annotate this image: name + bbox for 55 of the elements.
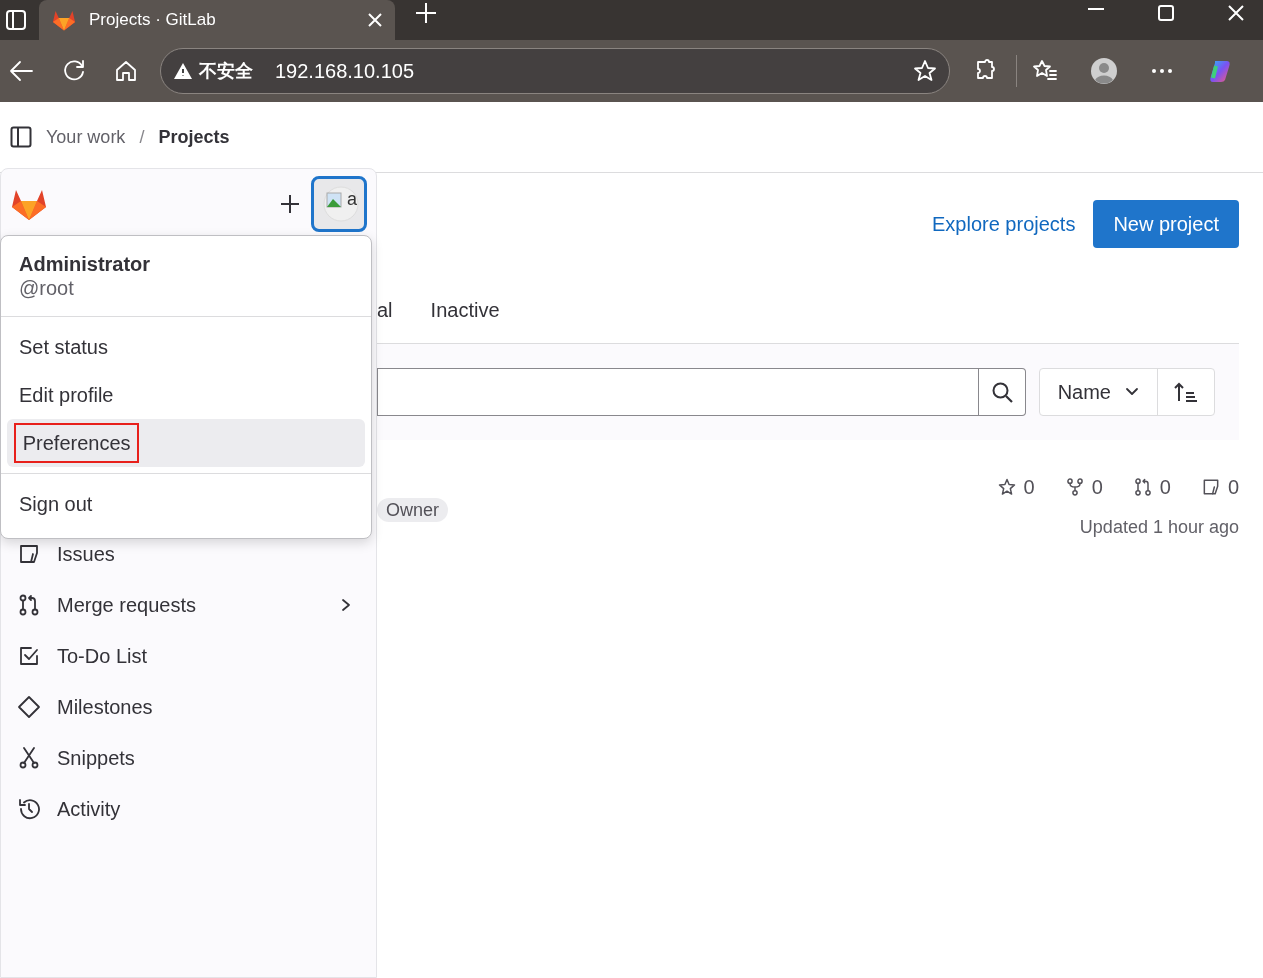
sidebar-item[interactable]: Milestones bbox=[1, 681, 376, 732]
menu-item[interactable]: Preferences bbox=[7, 419, 365, 467]
chevron-right-icon bbox=[340, 597, 352, 612]
merge-request-icon bbox=[17, 592, 41, 617]
sidebar-item[interactable]: Snippets bbox=[1, 732, 376, 783]
search-icon bbox=[990, 381, 1013, 403]
stat-count[interactable]: 0 bbox=[1200, 472, 1239, 502]
sidebar-item[interactable]: Issues bbox=[1, 528, 376, 579]
broken-image-icon bbox=[321, 184, 361, 224]
new-project-button[interactable]: New project bbox=[1093, 200, 1239, 248]
sidebar-item[interactable]: Activity bbox=[1, 783, 376, 834]
url-text: 192.168.10.105 bbox=[275, 59, 416, 84]
merge-request-icon bbox=[1132, 477, 1153, 497]
new-tab-icon[interactable] bbox=[415, 2, 437, 24]
diamond-icon bbox=[17, 694, 41, 719]
address-bar[interactable]: 不安全 192.168.10.105 bbox=[160, 48, 950, 94]
stat-count[interactable]: 0 bbox=[996, 472, 1035, 502]
warning-icon bbox=[173, 61, 193, 81]
tab-title: Projects · GitLab bbox=[89, 9, 217, 32]
breadcrumb-link[interactable]: Projects bbox=[158, 123, 230, 151]
updated-time: Updated 1 hour ago bbox=[1079, 516, 1239, 539]
copilot-icon[interactable] bbox=[1207, 58, 1233, 84]
fork-icon bbox=[1064, 477, 1085, 497]
close-icon[interactable] bbox=[1227, 4, 1245, 22]
breadcrumb-separator: / bbox=[139, 125, 145, 149]
avatar-button[interactable]: a bbox=[311, 176, 367, 232]
browser-tab[interactable]: Projects · GitLab bbox=[39, 0, 395, 40]
sidebar-toggle-icon[interactable] bbox=[10, 126, 32, 148]
chevron-down-icon bbox=[1125, 387, 1139, 397]
sort-ascending-icon bbox=[1174, 381, 1198, 403]
scissors-icon bbox=[17, 745, 41, 770]
stat-count[interactable]: 0 bbox=[1064, 472, 1103, 502]
close-icon[interactable] bbox=[367, 12, 383, 28]
star-icon[interactable] bbox=[913, 59, 937, 83]
search-button[interactable] bbox=[978, 368, 1026, 416]
user-name: Administrator bbox=[19, 252, 152, 276]
breadcrumb-link[interactable]: Your work bbox=[46, 123, 126, 151]
explore-projects-link[interactable]: Explore projects bbox=[932, 209, 1076, 239]
filter-tab[interactable]: al bbox=[377, 295, 393, 343]
sidebar-item[interactable]: Merge requests bbox=[1, 579, 376, 630]
filter-tab[interactable]: Inactive bbox=[430, 295, 500, 343]
star-icon bbox=[996, 477, 1017, 497]
profile-avatar-icon[interactable] bbox=[1091, 58, 1117, 84]
maximize-icon[interactable] bbox=[1157, 4, 1175, 22]
sidebar-item[interactable]: To-Do List bbox=[1, 630, 376, 681]
stat-count[interactable]: 0 bbox=[1132, 472, 1171, 502]
user-handle: @root bbox=[19, 276, 75, 300]
avatar-alt-text: a bbox=[347, 187, 357, 211]
home-icon[interactable] bbox=[113, 58, 139, 84]
role-badge: Owner bbox=[377, 498, 448, 522]
plus-icon[interactable] bbox=[279, 193, 301, 215]
history-icon bbox=[17, 796, 41, 821]
security-label: 不安全 bbox=[199, 59, 253, 83]
back-arrow-icon[interactable] bbox=[8, 58, 34, 84]
search-field[interactable] bbox=[377, 368, 979, 416]
